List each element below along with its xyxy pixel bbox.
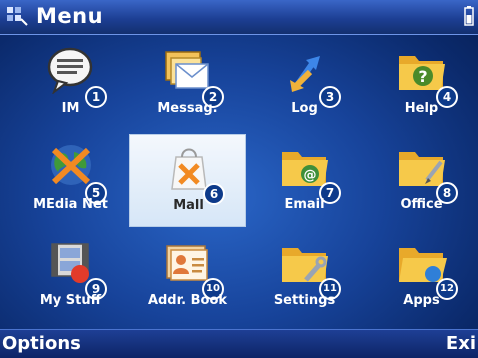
app-label: Log — [291, 101, 318, 116]
app-label: Settings — [273, 293, 336, 308]
app-office[interactable]: 8 Office — [363, 134, 478, 227]
log-arrows-icon — [290, 56, 320, 92]
app-label: My Stuff — [39, 293, 102, 308]
film-stuff-icon — [51, 243, 89, 283]
title-bar: Menu — [0, 0, 478, 35]
app-label: MEdia Net — [33, 197, 108, 212]
app-email[interactable]: @ 7 Email — [246, 134, 363, 227]
app-label: Messag. — [157, 101, 218, 116]
menu-grid-icon — [7, 7, 28, 26]
app-apps[interactable]: 12 Apps — [363, 230, 478, 323]
office-folder-icon — [399, 152, 445, 186]
options-softkey[interactable]: Options — [2, 333, 81, 354]
address-book-icon — [166, 245, 208, 281]
app-address-book[interactable]: 10 Addr. Book — [129, 230, 246, 323]
app-label: Email — [284, 197, 325, 212]
page-title: Menu — [36, 4, 104, 28]
app-label: Apps — [403, 293, 440, 308]
phone-screen: Menu 1 IM 2 Messag. 3 Log ? 4 Help 5 MEd… — [0, 0, 478, 358]
app-my-stuff[interactable]: 9 My Stuff — [12, 230, 129, 323]
app-im[interactable]: 1 IM — [12, 38, 129, 131]
app-media-net[interactable]: 5 MEdia Net — [12, 134, 129, 227]
svg-text:@: @ — [304, 168, 317, 183]
messages-icon — [165, 51, 209, 89]
email-folder-icon: @ — [282, 152, 328, 186]
app-help[interactable]: ? 4 Help — [363, 38, 478, 131]
exit-softkey[interactable]: Exi — [446, 333, 476, 354]
softkey-bar: Options Exi — [0, 329, 478, 358]
app-label: Office — [400, 197, 443, 212]
app-grid: 1 IM 2 Messag. 3 Log ? 4 Help 5 MEdia Ne… — [0, 38, 478, 330]
app-log[interactable]: 3 Log — [246, 38, 363, 131]
app-messages[interactable]: 2 Messag. — [129, 38, 246, 131]
mall-bag-icon — [171, 148, 207, 190]
media-net-globe-icon — [51, 145, 91, 185]
svg-text:?: ? — [418, 67, 427, 86]
app-settings[interactable]: 11 Settings — [246, 230, 363, 323]
app-mall[interactable]: 6 Mall — [129, 134, 246, 227]
app-label: Mall — [173, 198, 204, 213]
help-folder-icon: ? — [399, 56, 445, 90]
battery-icon — [464, 6, 474, 26]
chat-bubble-icon — [47, 47, 93, 94]
app-label: Help — [404, 101, 439, 116]
apps-folder-icon — [399, 248, 447, 282]
settings-folder-icon — [282, 248, 328, 282]
app-label: Addr. Book — [147, 293, 228, 308]
app-label: IM — [61, 101, 80, 116]
